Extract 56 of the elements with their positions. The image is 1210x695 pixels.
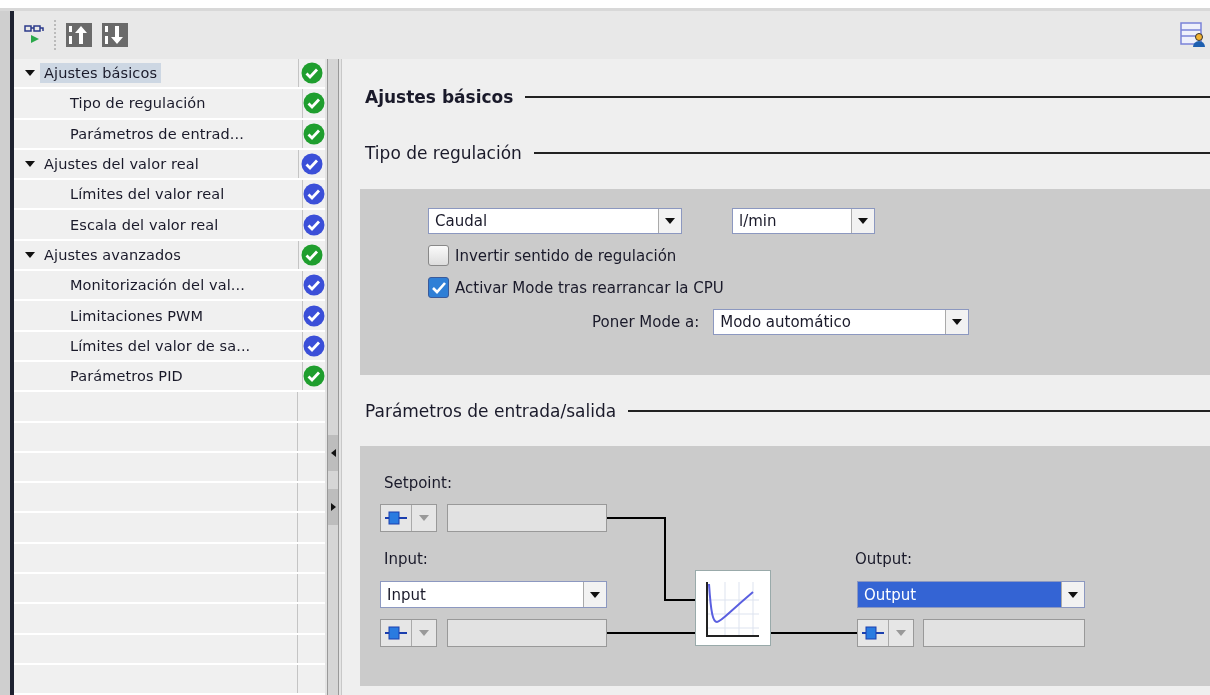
caret-icon	[952, 319, 963, 325]
glasses-play-icon[interactable]	[24, 24, 44, 46]
expand-arrow-icon[interactable]	[24, 250, 36, 259]
expand-right-button[interactable]	[328, 489, 338, 525]
caret-icon	[896, 630, 906, 636]
plug-icon	[385, 626, 407, 640]
move-down-icon[interactable]	[102, 23, 128, 47]
address-field[interactable]	[923, 619, 1085, 647]
caret-icon	[1068, 591, 1078, 598]
tree-item[interactable]: Parámetros PID	[66, 366, 187, 387]
section-title: Ajustes básicos	[365, 87, 514, 107]
arrow-left-icon	[330, 449, 336, 457]
tree-item[interactable]: Tipo de regulación	[66, 93, 210, 114]
section-title: Parámetros de entrada/salida	[365, 401, 617, 421]
checkbox-label: Invertir sentido de regulación	[455, 246, 677, 265]
caret-icon	[665, 218, 675, 224]
tree-item[interactable]: Parámetros de entrad...	[66, 123, 248, 144]
collapse-left-button[interactable]	[328, 435, 338, 471]
output-dropdown[interactable]: Output	[857, 581, 1085, 608]
field-label: Input:	[384, 550, 428, 568]
mode-dropdown[interactable]: Modo automático	[713, 309, 970, 335]
tree-item[interactable]: Límites del valor real	[66, 184, 229, 205]
checkbox[interactable]	[428, 277, 449, 298]
tree-item[interactable]: Ajustes básicos	[40, 63, 162, 84]
controller-curve-icon	[695, 570, 771, 646]
checkbox[interactable]	[428, 245, 449, 266]
section-title: Tipo de regulación	[365, 143, 522, 163]
field-label: Setpoint:	[384, 474, 452, 492]
tree-item[interactable]: Ajustes del valor real	[40, 154, 203, 175]
tree-item[interactable]: Límites del valor de sa...	[66, 335, 255, 356]
caret-icon	[858, 218, 868, 224]
expand-arrow-icon[interactable]	[24, 69, 36, 78]
address-field[interactable]	[447, 619, 607, 647]
connector-button[interactable]	[857, 619, 914, 647]
expand-arrow-icon[interactable]	[24, 160, 36, 169]
plug-icon	[385, 511, 407, 525]
address-field[interactable]	[447, 504, 607, 532]
caret-icon	[419, 630, 429, 636]
field-label: Output:	[855, 550, 913, 568]
mode-label: Poner Mode a:	[592, 313, 700, 331]
connector-button[interactable]	[380, 504, 437, 532]
control-type-dropdown[interactable]: Caudal	[428, 208, 682, 234]
table-user-icon[interactable]	[1180, 22, 1206, 48]
input-dropdown[interactable]: Input	[380, 581, 607, 608]
connector-button[interactable]	[380, 619, 437, 647]
tree-item[interactable]: Ajustes avanzados	[40, 244, 185, 265]
tree-item[interactable]: Escala del valor real	[66, 214, 223, 235]
caret-icon	[419, 515, 429, 521]
arrow-right-icon	[330, 503, 336, 511]
caret-icon	[590, 591, 600, 598]
unit-dropdown[interactable]: l/min	[732, 208, 875, 234]
tree-item[interactable]: Limitaciones PWM	[66, 305, 208, 326]
plug-icon	[862, 626, 884, 640]
checkbox-label: Activar Mode tras rearrancar la CPU	[455, 278, 724, 297]
move-up-icon[interactable]	[66, 23, 92, 47]
tree-item[interactable]: Monitorización del val...	[66, 275, 249, 296]
